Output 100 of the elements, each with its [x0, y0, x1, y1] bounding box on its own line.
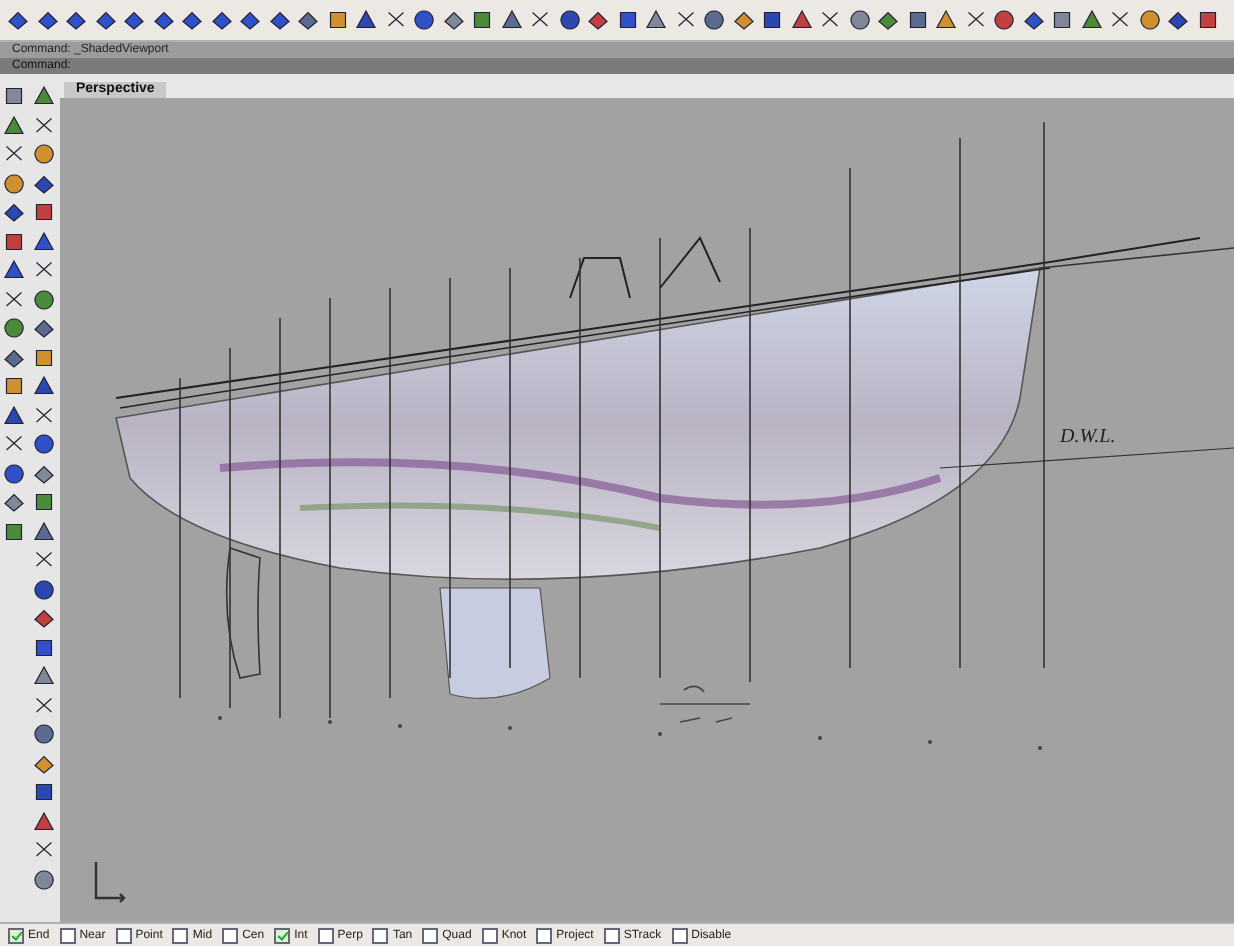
tool-icon: [35, 8, 60, 32]
tool-icon: [905, 8, 930, 32]
toolbar-button[interactable]: [30, 285, 58, 314]
toolbar-button[interactable]: [0, 111, 28, 140]
tool-icon: [2, 229, 26, 254]
tool-icon: [209, 8, 234, 32]
toolbar-button[interactable]: [30, 140, 58, 169]
tool-icon: [32, 403, 56, 428]
checkbox[interactable]: [59, 927, 76, 943]
tool-icon: [32, 461, 56, 486]
tool-icon: [2, 113, 26, 138]
toolbar-button[interactable]: [30, 865, 58, 894]
tool-icon: [296, 8, 321, 32]
checkbox[interactable]: [481, 927, 498, 943]
toolbar-button[interactable]: [0, 488, 28, 517]
checkbox[interactable]: [603, 927, 620, 943]
tool-icon: [876, 8, 901, 32]
toolbar-button[interactable]: [555, 4, 584, 36]
tool-icon: [789, 8, 814, 32]
tool-icon: [847, 8, 872, 32]
toolbar-button[interactable]: [0, 314, 28, 343]
toolbar-button[interactable]: [30, 604, 58, 633]
toolbar-button[interactable]: [845, 4, 874, 36]
toolbar-button[interactable]: [700, 4, 729, 36]
tool-icon: [557, 8, 582, 32]
tool-icon: [586, 8, 611, 32]
tool-icon: [1079, 8, 1104, 32]
tool-icon: [499, 8, 524, 32]
tool-icon: [615, 8, 640, 32]
tool-icon: [1137, 8, 1162, 32]
tool-icon: [2, 519, 26, 544]
tool-icon: [32, 287, 56, 312]
tool-icon: [383, 8, 408, 32]
toolbar-button[interactable]: [990, 4, 1019, 36]
tool-icon: [528, 8, 553, 32]
toolbar-button[interactable]: [30, 720, 58, 749]
tool-icon: [32, 722, 56, 747]
tool-icon: [2, 374, 26, 399]
tool-icon: [32, 345, 56, 370]
checkbox[interactable]: [671, 927, 688, 943]
tool-icon: [32, 374, 56, 399]
tool-icon: [673, 8, 698, 32]
toolbar-button[interactable]: [30, 227, 58, 256]
tool-icon: [122, 8, 147, 32]
tool-icon: [32, 171, 56, 196]
checkbox[interactable]: [274, 927, 291, 943]
tool-icon: [2, 200, 26, 225]
tool-icon: [93, 8, 118, 32]
tool-icon: [818, 8, 843, 32]
tool-icon: [2, 461, 26, 486]
tool-icon: [963, 8, 988, 32]
tool-icon: [32, 432, 56, 457]
tool-icon: [2, 490, 26, 515]
tool-icon: [180, 8, 205, 32]
tool-icon: [32, 867, 56, 892]
tool-icon: [151, 8, 176, 32]
tool-icon: [470, 8, 495, 32]
tool-icon: [1050, 8, 1075, 32]
tool-icon: [32, 809, 56, 834]
toolbar-button[interactable]: [0, 401, 28, 430]
toolbar-button[interactable]: [30, 430, 58, 459]
tool-icon: [32, 780, 56, 805]
tool-icon: [2, 403, 26, 428]
checkbox[interactable]: [422, 927, 439, 943]
toolbar-button[interactable]: [30, 807, 58, 836]
tool-icon: [2, 316, 26, 341]
tool-icon: [1166, 8, 1191, 32]
checkbox[interactable]: [8, 927, 24, 943]
toolbar-button[interactable]: [0, 169, 28, 198]
checkbox[interactable]: [222, 927, 239, 943]
tool-icon: [32, 113, 56, 138]
toolbar-button[interactable]: [30, 517, 58, 546]
tool-icon: [1021, 8, 1046, 32]
toolbar-button[interactable]: [1135, 4, 1164, 36]
tool-icon: [731, 8, 756, 32]
waterline-label: D.W.L.: [1060, 426, 1116, 448]
checkbox[interactable]: [317, 927, 334, 943]
tool-icon: [267, 8, 292, 32]
tool-icon: [760, 8, 785, 32]
toolbar-button[interactable]: [30, 575, 58, 604]
tool-icon: [2, 258, 26, 283]
tool-icon: [32, 577, 56, 602]
tool-icon: [32, 490, 56, 515]
tool-icon: [32, 316, 56, 341]
checkbox[interactable]: [172, 927, 189, 943]
toolbar-button[interactable]: [30, 314, 58, 343]
tool-icon: [934, 8, 959, 32]
tool-icon: [32, 84, 56, 109]
tool-icon: [32, 229, 56, 254]
tool-icon: [992, 8, 1017, 32]
checkbox[interactable]: [536, 927, 553, 943]
toolbar-button[interactable]: [0, 459, 28, 488]
toolbar-button[interactable]: [0, 198, 28, 227]
tool-icon: [6, 8, 31, 32]
toolbar-button[interactable]: [410, 4, 439, 36]
tool-icon: [64, 8, 89, 32]
checkbox[interactable]: [115, 927, 132, 943]
checkbox[interactable]: [372, 927, 389, 943]
tool-icon: [32, 664, 56, 689]
tool-icon: [1195, 8, 1220, 32]
